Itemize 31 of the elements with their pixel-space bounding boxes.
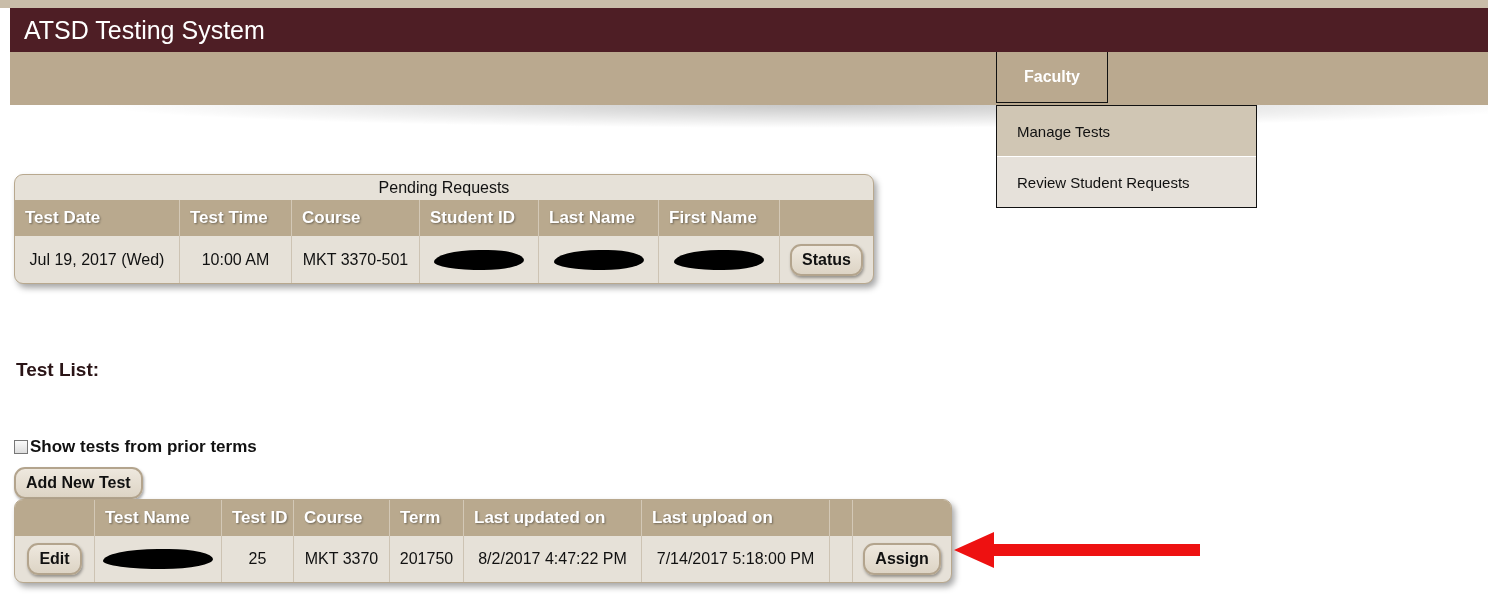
column-header: First Name	[669, 208, 757, 228]
row-button[interactable]: Assign	[863, 543, 941, 575]
column-header: Test Date	[25, 208, 101, 228]
column-header: Test ID	[232, 508, 288, 528]
column-header: Test Name	[105, 508, 190, 528]
column-header: Course	[302, 208, 361, 228]
table-cell: Jul 19, 2017 (Wed)	[29, 250, 165, 269]
column-header: Test Time	[190, 208, 268, 228]
row-button[interactable]: Edit	[27, 543, 82, 575]
add-new-test-button[interactable]: Add New Test	[14, 467, 143, 499]
section-heading: Test List:	[16, 359, 101, 381]
menu-item[interactable]: Manage Tests	[997, 106, 1256, 156]
menu-item[interactable]: Review Student Requests	[997, 156, 1256, 207]
table-cell: 10:00 AM	[201, 250, 270, 269]
column-header: Term	[400, 508, 441, 528]
table-cell: MKT 3370	[304, 550, 379, 568]
app-title: ATSD Testing System	[24, 15, 265, 45]
table-cell: 201750	[399, 550, 454, 568]
column-header: Last upload on	[652, 508, 773, 528]
row-button[interactable]: Status	[790, 243, 863, 276]
table-title: Pending Requests	[378, 179, 510, 196]
checkbox[interactable]	[14, 440, 28, 454]
table-cell: 7/14/2017 5:18:00 PM	[656, 550, 815, 568]
checkbox-label: Show tests from prior terms	[30, 437, 257, 457]
column-header: Last Name	[549, 208, 635, 228]
column-header: Course	[304, 508, 363, 528]
table-cell: MKT 3370-501	[302, 250, 409, 269]
table-cell: 8/2/2017 4:47:22 PM	[478, 550, 627, 568]
column-header: Student ID	[430, 208, 515, 228]
table-cell: 25	[248, 550, 267, 568]
column-header: Last updated on	[474, 508, 606, 528]
